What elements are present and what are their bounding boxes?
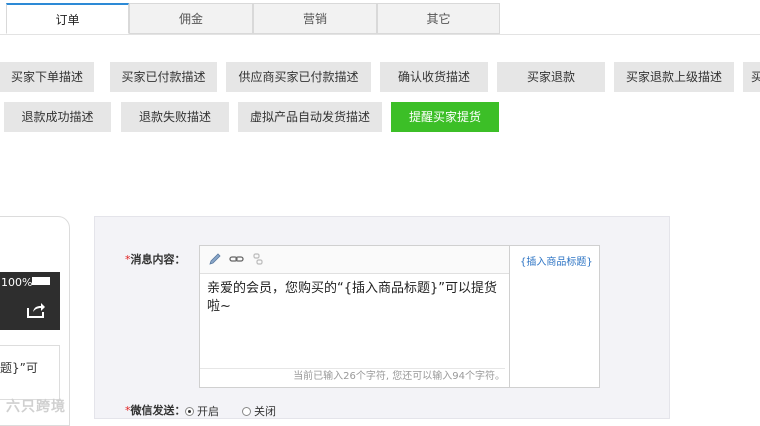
tab-bar: 订单 佣金 营销 其它	[6, 3, 500, 35]
battery-icon	[32, 277, 50, 285]
message-editor[interactable]: 亲爱的会员，您购买的“{插入商品标题}”可以提货啦~ 当前已输入26个字符, 您…	[199, 245, 510, 388]
wechat-on-radio[interactable]: 开启	[185, 403, 219, 419]
wechat-send-label: *微信发送：	[125, 404, 186, 417]
tab-marketing[interactable]: 营销	[253, 3, 377, 34]
tab-other[interactable]: 其它	[377, 3, 500, 34]
radio-off-label: 关闭	[254, 405, 276, 418]
tab-order[interactable]: 订单	[6, 3, 129, 34]
btn-buyer-paid-desc[interactable]: 买家已付款描述	[110, 62, 217, 92]
btn-buyer-more[interactable]: 买	[743, 62, 760, 92]
btn-remind-pickup[interactable]: 提醒买家提货	[391, 102, 499, 132]
wechat-off-radio[interactable]: 关闭	[242, 403, 276, 419]
insert-variable-box: {插入商品标题}	[509, 245, 600, 388]
btn-buyer-order-desc[interactable]: 买家下单描述	[0, 62, 94, 92]
btn-supplier-buyer-paid-desc[interactable]: 供应商买家已付款描述	[226, 62, 371, 92]
radio-dot-unchecked	[242, 407, 251, 416]
pencil-icon[interactable]	[208, 252, 222, 266]
share-icon	[27, 303, 45, 318]
battery-percentage: 100%	[1, 276, 33, 289]
tab-divider	[0, 34, 760, 35]
watermark-logo: 六只跨境	[6, 399, 66, 415]
btn-confirm-receipt-desc[interactable]: 确认收货描述	[380, 62, 488, 92]
btn-refund-fail-desc[interactable]: 退款失败描述	[121, 102, 229, 132]
link-icon[interactable]	[229, 252, 244, 266]
btn-buyer-refund[interactable]: 买家退款	[497, 62, 605, 92]
char-counter: 当前已输入26个字符, 您还可以输入94个字符。	[200, 368, 505, 385]
editor-toolbar	[200, 246, 509, 274]
radio-on-label: 开启	[197, 405, 219, 418]
radio-dot-checked	[185, 407, 194, 416]
btn-virtual-auto-ship-desc[interactable]: 虚拟产品自动发货描述	[238, 102, 382, 132]
btn-refund-success-desc[interactable]: 退款成功描述	[4, 102, 111, 132]
content-label: *消息内容：	[125, 253, 186, 266]
tab-commission[interactable]: 佣金	[129, 3, 253, 34]
phone-message-preview: 题}”可	[0, 345, 60, 400]
unlink-icon[interactable]	[252, 252, 264, 266]
btn-buyer-refund-superior-desc[interactable]: 买家退款上级描述	[614, 62, 734, 92]
insert-product-title-link[interactable]: {插入商品标题}	[520, 253, 593, 268]
phone-status-bar: 100%	[0, 272, 60, 330]
message-content-text[interactable]: 亲爱的会员，您购买的“{插入商品标题}”可以提货啦~	[207, 280, 497, 316]
